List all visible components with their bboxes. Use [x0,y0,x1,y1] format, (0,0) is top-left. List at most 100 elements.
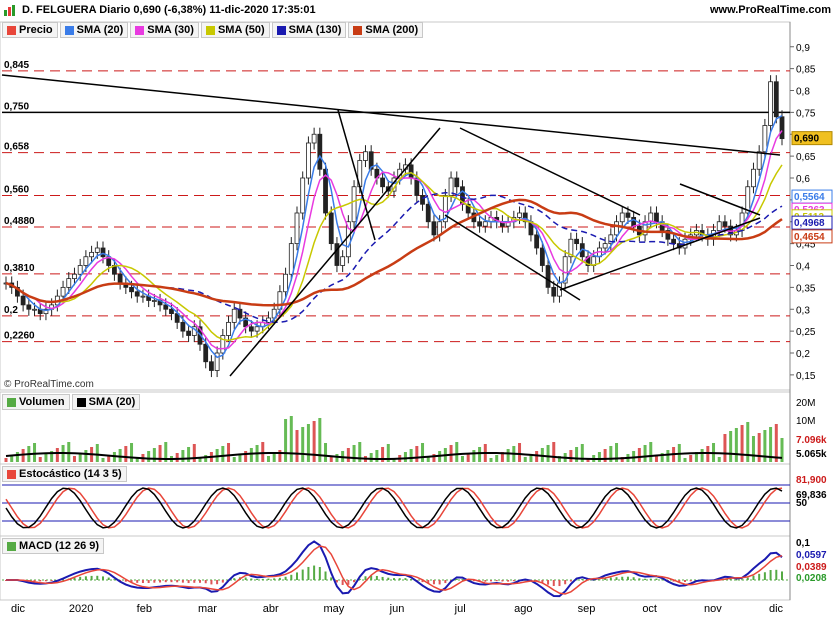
macd-hist-bar [763,572,766,580]
macd-hist-bar [330,577,333,580]
macd-hist-bar [301,569,304,580]
y-tick-label: 0,25 [796,327,816,338]
x-tick-label: oct [642,603,657,615]
macd-hist-bar [79,576,82,580]
candle-body [140,295,146,298]
macd-hist-bar [598,579,601,581]
macd-hist-bar [410,579,413,580]
macd-hist-bar [176,580,179,583]
macd-hist-bar [159,580,162,583]
candle-body [722,221,728,227]
volume-bar [95,444,99,462]
volume-bar [535,451,539,462]
macd-hist-bar [147,580,150,583]
volume-bar [33,443,37,462]
macd-hist-bar [324,571,327,580]
candle-body [420,195,425,205]
macd-hist-bar [775,569,778,580]
volume-bar [375,450,379,462]
macd-hist-bar [649,578,652,580]
macd-hist-bar [244,577,247,580]
macd-hist-bar [204,580,207,584]
macd-tick-label: 0,0597 [796,550,827,561]
candle-body [654,212,659,223]
candle-body [762,125,768,153]
volume-bar [575,447,579,462]
volume-bar [335,454,339,462]
sma-line-3 [5,192,783,323]
macd-hist-bar [781,571,783,580]
volume-bar [666,450,670,462]
x-tick-label: abr [263,603,279,615]
macd-hist-bar [290,574,293,580]
trend-line [444,214,581,301]
macd-hist-bar [313,565,316,580]
x-tick-label: dic [11,603,26,615]
candle-body [134,291,140,297]
candle-body [186,330,191,336]
macd-hist-bar [404,578,407,580]
volume-bar [597,452,601,462]
macd-hist-bar [233,578,236,580]
macd-hist-bar [558,580,561,587]
candle-body [671,238,676,245]
candle-body [311,133,317,144]
candle-body [163,304,169,310]
x-tick-label: feb [137,603,152,615]
x-tick-label: jun [389,603,405,615]
macd-hist-bar [107,577,110,580]
volume-bar [415,446,419,462]
candle-body [539,247,545,266]
volume-bar [740,425,744,462]
volume-bar [729,431,733,462]
macd-line [6,540,783,598]
x-tick-label: may [323,603,344,615]
volume-bar [4,458,8,462]
macd-hist-bar [164,580,167,583]
macd-tick-label: 0,1 [796,538,810,549]
volume-bar [403,452,407,462]
macd-hist-bar [438,580,441,585]
macd-tick-label: 0,0208 [796,573,827,584]
volume-bar [643,445,647,462]
macd-hist-bar [84,576,87,580]
reference-level-label: 0,750 [4,101,29,112]
volume-bar [67,442,71,462]
x-tick-label: 2020 [69,603,93,615]
candle-body [340,256,346,266]
volume-bar [84,450,88,462]
volume-bar [55,448,59,462]
volume-bar [495,455,499,462]
macd-hist-bar [432,580,435,585]
volume-bar [774,424,778,462]
macd-hist-bar [318,567,321,580]
macd-hist-bar [741,579,744,581]
x-tick-label: mar [198,603,217,615]
macd-hist-bar [455,579,458,580]
volume-bar [700,449,704,462]
macd-hist-bar [581,579,584,580]
macd-hist-bar [769,570,772,580]
macd-hist-bar [261,578,264,580]
candle-body [619,212,625,223]
macd-hist-bar [39,580,42,582]
macd-hist-bar [393,578,395,580]
price-chart-svg[interactable]: 0,90,850,80,750,70,650,60,550,50,450,40,… [0,0,835,620]
value-tag-label: 0,690 [794,134,819,145]
volume-bar [306,424,310,462]
macd-hist-bar [752,575,755,580]
macd-hist-bar [758,573,761,580]
macd-hist-bar [564,580,567,585]
candle-body [60,286,66,297]
volume-bar [147,451,151,462]
volume-bar [329,457,333,462]
candle-body [248,326,254,332]
candle-body [317,133,323,170]
candle-body [408,164,414,179]
trend-line [229,127,441,377]
volume-tick-label: 10M [796,416,815,427]
reference-level-label: 0,2 [4,305,18,316]
volume-bar [723,434,727,462]
volume-bar [478,447,482,462]
x-tick-label: ago [514,603,532,615]
